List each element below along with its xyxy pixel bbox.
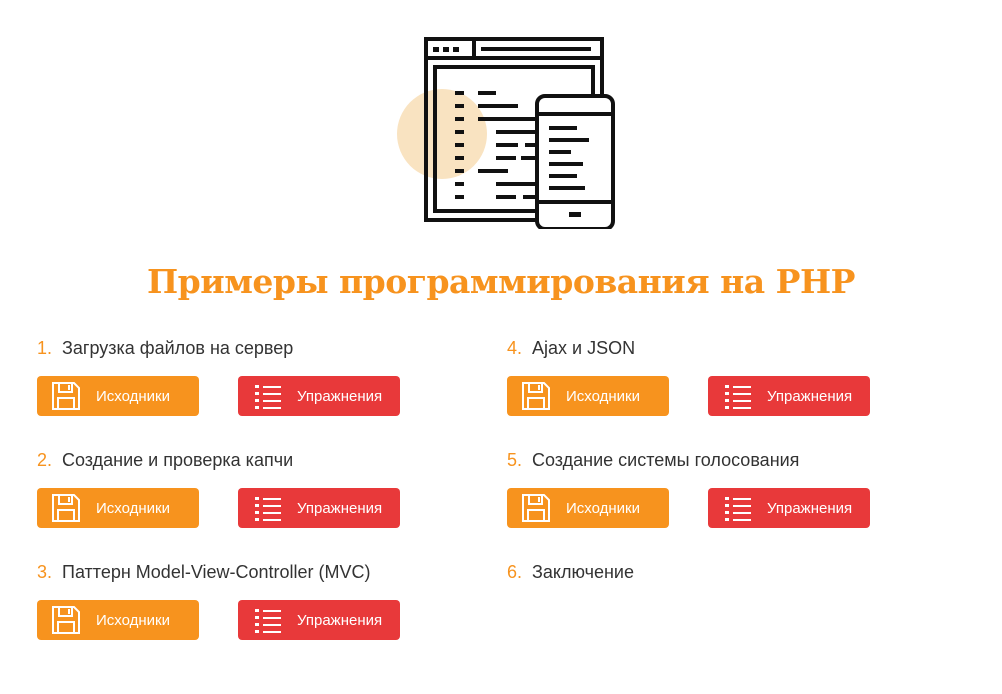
list-icon	[725, 385, 751, 409]
sources-button[interactable]: Исходники	[507, 488, 669, 528]
sources-button[interactable]: Исходники	[37, 600, 199, 640]
exercises-button-label: Упражнения	[767, 387, 853, 405]
sources-button-label: Исходники	[566, 387, 640, 405]
floppy-disk-icon	[522, 382, 550, 410]
exercises-button[interactable]: Упражнения	[238, 600, 400, 640]
sources-button-label: Исходники	[96, 499, 170, 517]
item-number: 1.	[37, 337, 53, 358]
sources-button-label: Исходники	[96, 387, 170, 405]
item-number: 6.	[507, 561, 523, 582]
list-item: 6. Заключение	[507, 560, 634, 584]
list-item: 3. Паттерн Model-View-Controller (MVC) И…	[37, 560, 400, 640]
exercises-button[interactable]: Упражнения	[708, 376, 870, 416]
list-item: 2. Создание и проверка капчи Исходники У…	[37, 448, 400, 528]
item-title: Паттерн Model-View-Controller (MVC)	[62, 561, 371, 582]
exercises-button[interactable]: Упражнения	[238, 376, 400, 416]
floppy-disk-icon	[52, 382, 80, 410]
item-title: Создание и проверка капчи	[62, 449, 294, 470]
list-icon	[255, 385, 281, 409]
floppy-disk-icon	[52, 606, 80, 634]
floppy-disk-icon	[522, 494, 550, 522]
code-window-mobile-icon	[397, 37, 615, 229]
item-number: 3.	[37, 561, 53, 582]
exercises-button-label: Упражнения	[767, 499, 853, 517]
sources-button-label: Исходники	[566, 499, 640, 517]
floppy-disk-icon	[52, 494, 80, 522]
exercises-button[interactable]: Упражнения	[708, 488, 870, 528]
item-number: 5.	[507, 449, 523, 470]
item-number: 2.	[37, 449, 53, 470]
list-icon	[255, 609, 281, 633]
item-title: Ajax и JSON	[532, 337, 636, 358]
sources-button-label: Исходники	[96, 611, 170, 629]
exercises-button-label: Упражнения	[297, 499, 383, 517]
item-number: 4.	[507, 337, 523, 358]
exercises-button-label: Упражнения	[297, 611, 383, 629]
sources-button[interactable]: Исходники	[507, 376, 669, 416]
list-item: 5. Создание системы голосования Исходник…	[507, 448, 870, 528]
exercises-button[interactable]: Упражнения	[238, 488, 400, 528]
sources-button[interactable]: Исходники	[37, 488, 199, 528]
sources-button[interactable]: Исходники	[37, 376, 199, 416]
list-icon	[255, 497, 281, 521]
item-title: Загрузка файлов на сервер	[62, 337, 294, 358]
page-title: Примеры программирования на PHP	[147, 262, 855, 301]
item-title[interactable]: Заключение	[532, 562, 634, 583]
exercises-button-label: Упражнения	[297, 387, 383, 405]
item-title: Создание системы голосования	[532, 449, 800, 470]
list-icon	[725, 497, 751, 521]
list-item: 4. Ajax и JSON Исходники Упражнения	[507, 336, 870, 416]
list-item: 1. Загрузка файлов на сервер Исходники У…	[37, 336, 400, 416]
